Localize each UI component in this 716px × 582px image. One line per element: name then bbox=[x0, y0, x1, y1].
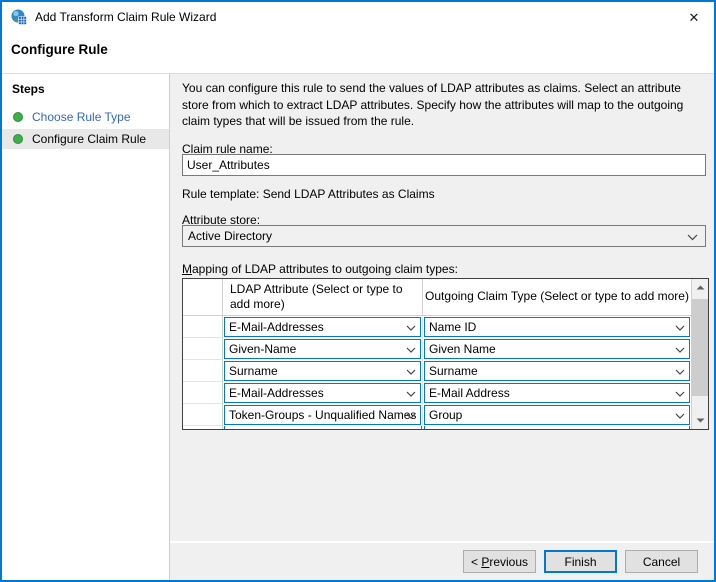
outgoing-claim-type-value: Given Name bbox=[429, 342, 496, 356]
ldap-attribute-select[interactable]: Surname bbox=[224, 361, 421, 381]
chevron-down-icon bbox=[675, 413, 685, 419]
step-done-icon bbox=[13, 134, 23, 144]
mapping-table-label: Mapping of LDAP attributes to outgoing c… bbox=[182, 262, 458, 276]
outgoing-claim-type-value: Group bbox=[429, 408, 462, 422]
table-vertical-scrollbar[interactable] bbox=[691, 279, 708, 429]
wizard-content-pane: You can configure this rule to send the … bbox=[169, 73, 714, 580]
chevron-down-icon bbox=[675, 347, 685, 353]
ldap-attribute-value: Given-Name bbox=[229, 342, 296, 356]
outgoing-claim-type-value: Name ID bbox=[429, 320, 476, 334]
outgoing-claim-type-value: Surname bbox=[429, 364, 478, 378]
close-button[interactable]: ✕ bbox=[683, 7, 705, 29]
access-key: M bbox=[182, 262, 192, 276]
chevron-down-icon bbox=[406, 369, 416, 375]
mapping-table-header: LDAP Attribute (Select or type to add mo… bbox=[183, 279, 691, 316]
scrollbar-thumb[interactable] bbox=[692, 299, 708, 396]
cancel-button[interactable]: Cancel bbox=[625, 550, 698, 573]
outgoing-claim-type-column-header: Outgoing Claim Type (Select or type to a… bbox=[423, 279, 691, 315]
label-text: < bbox=[471, 555, 481, 569]
step-done-icon bbox=[13, 112, 23, 122]
chevron-down-icon bbox=[675, 391, 685, 397]
ldap-attribute-select[interactable]: E-Mail-Addresses bbox=[224, 317, 421, 337]
chevron-down-icon bbox=[675, 369, 685, 375]
outgoing-claim-type-select[interactable]: Surname bbox=[424, 361, 690, 381]
finish-button[interactable]: Finish bbox=[544, 550, 617, 573]
row-selector-header bbox=[183, 279, 223, 315]
add-transform-claim-rule-wizard-window: Add Transform Claim Rule Wizard ✕ Config… bbox=[0, 0, 716, 582]
rule-template-text: Rule template: Send LDAP Attributes as C… bbox=[182, 187, 435, 201]
row-selector[interactable] bbox=[183, 382, 223, 404]
previous-button[interactable]: < Previous bbox=[463, 550, 536, 573]
scroll-up-icon bbox=[696, 285, 705, 290]
ldap-attribute-value: E-Mail-Addresses bbox=[229, 386, 324, 400]
page-title: Configure Rule bbox=[11, 42, 108, 57]
claim-rule-name-input[interactable] bbox=[182, 154, 706, 176]
attribute-store-value: Active Directory bbox=[188, 229, 272, 243]
outgoing-claim-type-select[interactable]: E-Mail Address bbox=[424, 383, 690, 403]
ldap-attribute-value: E-Mail-Addresses bbox=[229, 320, 324, 334]
steps-header: Steps bbox=[2, 74, 169, 96]
ldap-attribute-select[interactable] bbox=[224, 426, 422, 429]
sidebar-item-label: Configure Claim Rule bbox=[32, 132, 146, 146]
outgoing-claim-type-select[interactable]: Name ID bbox=[424, 317, 690, 337]
chevron-down-icon bbox=[406, 325, 416, 331]
sidebar-item-choose-rule-type[interactable]: Choose Rule Type bbox=[2, 107, 169, 127]
label-text: revious bbox=[489, 555, 528, 569]
scrollbar-up-button[interactable] bbox=[692, 279, 708, 296]
chevron-down-icon bbox=[406, 391, 416, 397]
chevron-down-icon bbox=[406, 347, 416, 353]
attribute-store-select[interactable]: Active Directory bbox=[182, 225, 706, 247]
scroll-down-icon bbox=[696, 418, 705, 423]
label-text: apping of LDAP attributes to outgoing cl… bbox=[192, 262, 458, 276]
mapping-table-body: LDAP Attribute (Select or type to add mo… bbox=[183, 279, 691, 429]
rule-description-text: You can configure this rule to send the … bbox=[182, 80, 710, 130]
table-row-partial bbox=[183, 426, 691, 429]
ldap-attribute-select[interactable]: E-Mail-Addresses bbox=[224, 383, 421, 403]
ldap-attribute-select[interactable]: Given-Name bbox=[224, 339, 421, 359]
table-row: Given-Name Given Name bbox=[183, 338, 691, 360]
row-selector[interactable] bbox=[183, 360, 223, 382]
row-selector[interactable] bbox=[183, 426, 223, 429]
chevron-down-icon bbox=[687, 234, 698, 241]
chevron-down-icon bbox=[406, 413, 416, 419]
ldap-attribute-value: Token-Groups - Unqualified Names bbox=[229, 408, 416, 422]
table-row: Token-Groups - Unqualified Names Group bbox=[183, 404, 691, 426]
table-row: E-Mail-Addresses Name ID bbox=[183, 316, 691, 338]
steps-panel: Steps Choose Rule Type Configure Claim R… bbox=[2, 73, 169, 580]
ldap-attribute-value: Surname bbox=[229, 364, 278, 378]
outgoing-claim-type-select[interactable]: Given Name bbox=[424, 339, 690, 359]
mapping-table: LDAP Attribute (Select or type to add mo… bbox=[182, 278, 709, 430]
wizard-app-icon bbox=[11, 9, 27, 25]
sidebar-item-configure-claim-rule[interactable]: Configure Claim Rule bbox=[2, 129, 169, 149]
ldap-attribute-select[interactable]: Token-Groups - Unqualified Names bbox=[224, 405, 421, 425]
table-row: E-Mail-Addresses E-Mail Address bbox=[183, 382, 691, 404]
table-row: Surname Surname bbox=[183, 360, 691, 382]
outgoing-claim-type-select[interactable] bbox=[424, 426, 690, 429]
row-selector[interactable] bbox=[183, 404, 223, 426]
row-selector[interactable] bbox=[183, 338, 223, 360]
outgoing-claim-type-select[interactable]: Group bbox=[424, 405, 690, 425]
wizard-button-bar: < Previous Finish Cancel bbox=[170, 541, 714, 580]
row-selector[interactable] bbox=[183, 316, 223, 338]
title-bar: Add Transform Claim Rule Wizard ✕ bbox=[2, 2, 714, 32]
ldap-attribute-column-header: LDAP Attribute (Select or type to add mo… bbox=[223, 279, 423, 315]
scrollbar-down-button[interactable] bbox=[692, 412, 708, 429]
window-title: Add Transform Claim Rule Wizard bbox=[35, 10, 216, 24]
chevron-down-icon bbox=[675, 325, 685, 331]
outgoing-claim-type-value: E-Mail Address bbox=[429, 386, 510, 400]
sidebar-item-label: Choose Rule Type bbox=[32, 110, 131, 124]
